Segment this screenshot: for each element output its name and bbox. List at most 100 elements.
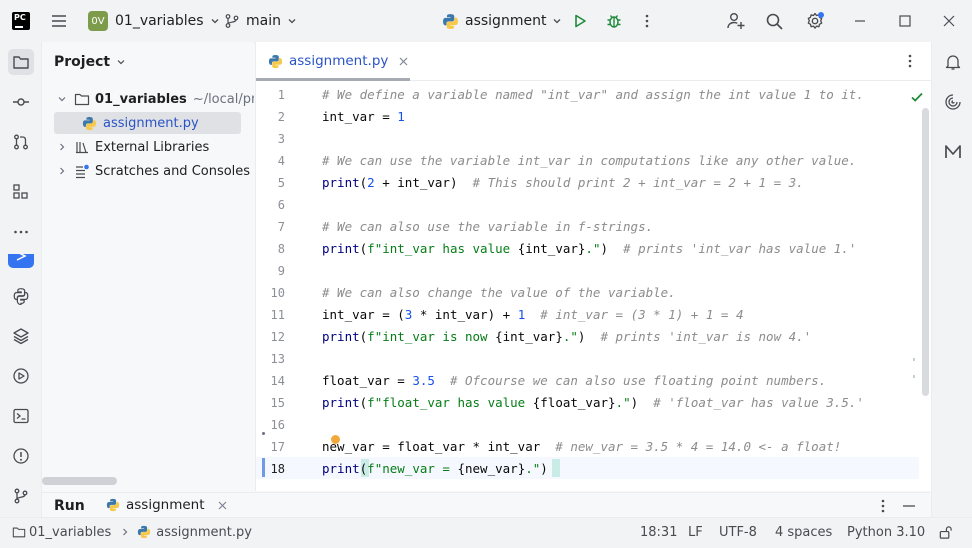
lock-icon[interactable] [938, 518, 953, 546]
project-panel-header[interactable]: Project [54, 51, 127, 73]
line-number: 8 [277, 242, 285, 256]
project-panel-title: Project [54, 54, 111, 70]
run-config-selector[interactable]: assignment [442, 0, 563, 42]
hamburger-menu-icon[interactable] [50, 0, 68, 42]
editor-area: assignment.py 1 2 3 4 5 6 7 8 9 10 11 12 13 14 15 16 17 1… [255, 42, 931, 491]
code-token: 3.5 [412, 373, 435, 388]
branch-selector[interactable]: main [224, 0, 298, 42]
structure-icon[interactable] [8, 179, 34, 205]
problems-icon[interactable] [8, 443, 34, 469]
commit-icon[interactable] [8, 89, 34, 115]
app-logo[interactable]: PC [12, 0, 30, 42]
run-tab-label: assignment [126, 497, 205, 513]
code-token: print [322, 329, 360, 344]
editor-more-icon[interactable] [904, 53, 916, 69]
branch-name: main [246, 13, 281, 29]
run-tool-icon[interactable] [8, 254, 34, 268]
indent-setting[interactable]: 4 spaces [775, 518, 832, 546]
inspection-ok-icon[interactable] [910, 90, 924, 104]
tree-file-assignment[interactable]: assignment.py [54, 112, 241, 134]
minimize-icon[interactable] [853, 0, 867, 42]
python-icon [106, 498, 120, 512]
pull-requests-icon[interactable] [8, 129, 34, 155]
scroll-marker [913, 375, 915, 378]
code-line[interactable]: print(f"float_var has value {float_var}.… [322, 395, 864, 410]
more-vert-icon[interactable] [641, 0, 653, 42]
project-folder-icon[interactable] [8, 49, 34, 75]
run-config-name: assignment [465, 13, 547, 29]
hide-panel-icon[interactable] [902, 498, 916, 514]
line-number: 6 [277, 198, 285, 212]
fold-dot [262, 432, 265, 435]
breadcrumb-file[interactable]: assignment.py [156, 525, 252, 540]
close-tab-icon[interactable] [217, 500, 228, 511]
code-line[interactable]: new_var = float_var * int_var # new_var … [322, 439, 841, 454]
maximize-icon[interactable] [898, 0, 912, 42]
python-packages-icon[interactable] [8, 283, 34, 309]
code-token: f"float_var has value [367, 395, 533, 410]
code-token: print [322, 241, 360, 256]
line-separator[interactable]: LF [688, 518, 703, 546]
code-token: ) [540, 461, 548, 476]
code-line[interactable]: float_var = 3.5 # Ofcourse we can also u… [322, 373, 826, 388]
tree-external-libraries[interactable]: External Libraries [56, 136, 209, 158]
ai-assistant-icon[interactable] [940, 89, 966, 115]
file-name: assignment.py [103, 115, 199, 131]
line-number: 4 [277, 154, 285, 168]
code-line[interactable]: int_var = 1 [322, 109, 405, 124]
run-tab-assignment[interactable]: assignment [106, 497, 228, 513]
settings-icon[interactable] [805, 0, 825, 42]
code-token: # We can also change the value of the va… [322, 285, 676, 300]
code-line[interactable]: int_var = (3 * int_var) + 1 # int_var = … [322, 307, 743, 322]
python-file-icon [82, 116, 97, 130]
more-vert-icon[interactable] [877, 498, 889, 514]
run-icon[interactable] [571, 0, 589, 42]
search-icon[interactable] [765, 0, 784, 42]
chevron-down-icon [58, 97, 66, 102]
horizontal-scrollbar[interactable] [42, 477, 117, 485]
tree-root-folder[interactable]: 01_variables ~/local/progr [56, 88, 254, 110]
line-number: 17 [270, 440, 285, 454]
line-number: 2 [277, 110, 285, 124]
debug-icon[interactable] [605, 0, 623, 42]
breadcrumb-project[interactable]: 01_variables [29, 525, 111, 540]
python-interpreter[interactable]: Python 3.10 [847, 518, 925, 546]
git-icon[interactable] [8, 483, 34, 509]
tree-scratches[interactable]: Scratches and Consoles [56, 160, 250, 182]
python-icon [443, 13, 458, 29]
code-line[interactable]: # We define a variable named "int_var" a… [322, 87, 864, 102]
code-token: # prints 'int_var is now 4.' [600, 329, 812, 344]
line-number: 13 [270, 352, 285, 366]
code-line[interactable]: # We can also use the variable in f-stri… [322, 219, 653, 234]
run-label[interactable]: Run [54, 498, 85, 514]
code-token: int_var = [322, 109, 398, 124]
code-line[interactable]: print(f"int_var has value {int_var}.") #… [322, 241, 856, 256]
code-token: # We define a variable named "int_var" a… [322, 87, 864, 102]
line-number: 12 [270, 330, 285, 344]
code-line[interactable]: print(f"new_var = {new_var}.") [322, 461, 548, 476]
markdown-icon[interactable] [940, 139, 966, 165]
code-line[interactable]: # We can also change the value of the va… [322, 285, 676, 300]
layers-icon[interactable] [8, 323, 34, 349]
close-tab-icon[interactable] [398, 56, 409, 67]
left-tool-strip [0, 42, 42, 517]
code-token: {new_var} [457, 461, 526, 476]
close-icon[interactable] [942, 0, 956, 42]
more-horiz-icon[interactable] [8, 219, 34, 245]
notifications-icon[interactable] [940, 49, 966, 75]
services-icon[interactable] [8, 363, 34, 389]
code-line[interactable]: # We can use the variable int_var in com… [322, 153, 856, 168]
vertical-scrollbar[interactable] [922, 108, 929, 396]
project-selector[interactable]: 0V 01_variables [88, 0, 221, 42]
editor-tab-assignment[interactable]: assignment.py [256, 42, 410, 81]
caret-position[interactable]: 18:31 [640, 518, 677, 546]
line-number: 7 [277, 220, 285, 234]
file-encoding[interactable]: UTF-8 [719, 518, 757, 546]
line-number: 9 [277, 264, 285, 278]
add-user-icon[interactable] [726, 0, 746, 42]
code-line[interactable]: print(2 + int_var) # This should print 2… [322, 175, 804, 190]
code-line[interactable]: print(f"int_var is now {int_var}.") # pr… [322, 329, 811, 344]
terminal-icon[interactable] [8, 403, 34, 429]
bracket-match [552, 459, 560, 477]
scratches-icon [76, 164, 89, 179]
